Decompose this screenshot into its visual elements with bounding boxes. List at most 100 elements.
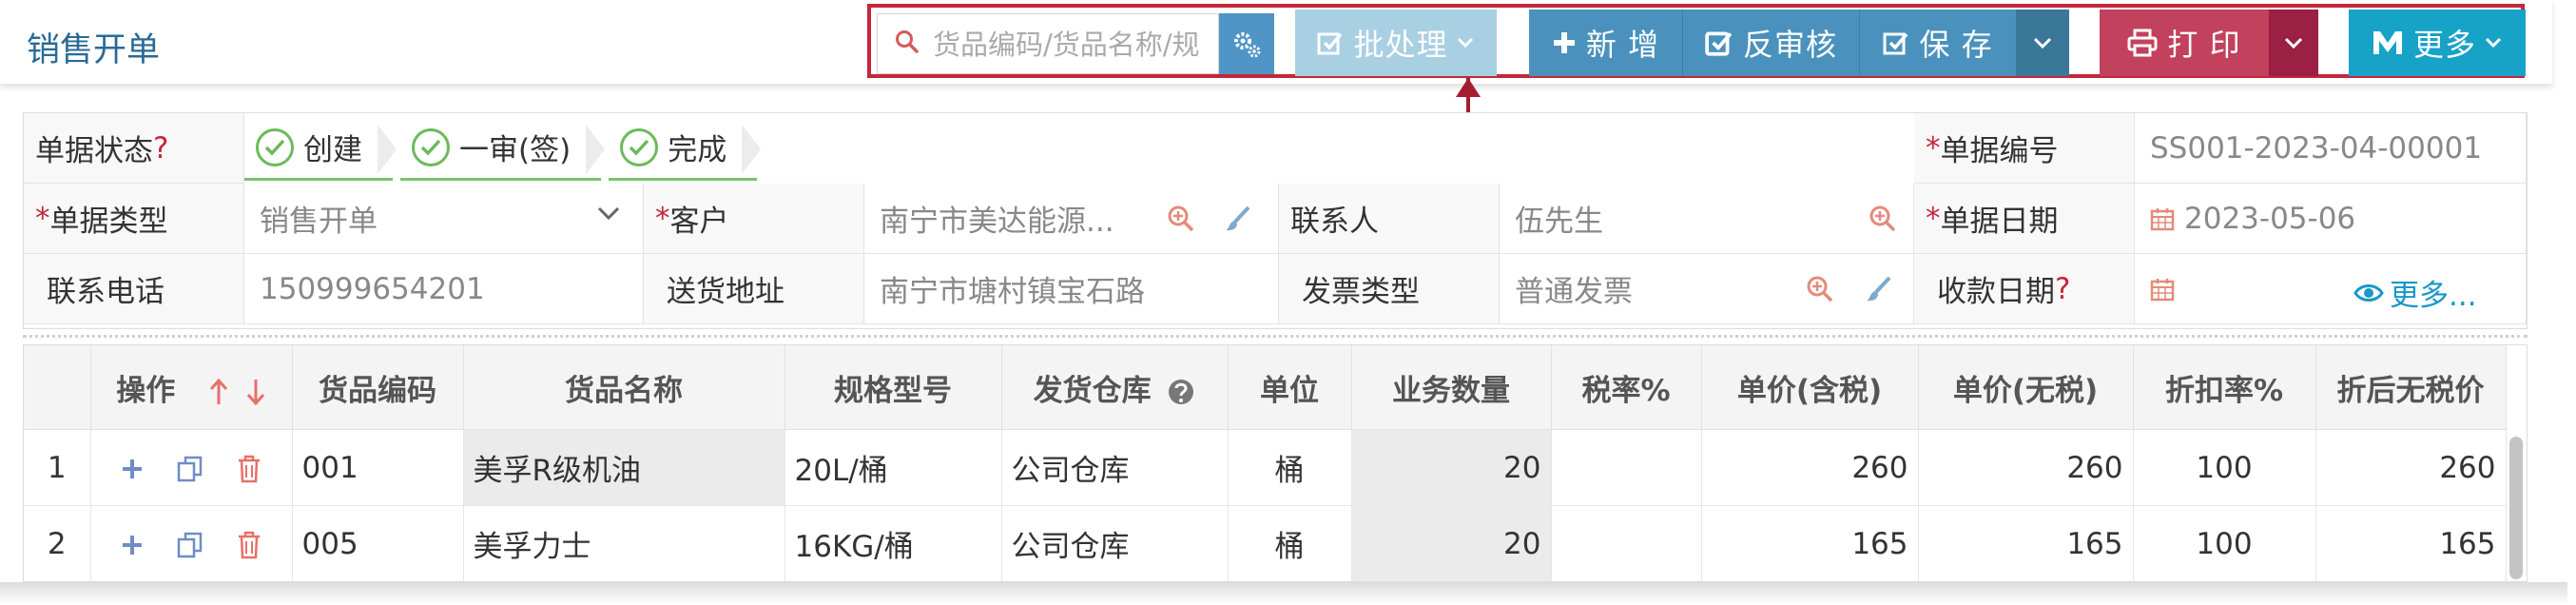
batch-process-button[interactable]: 批处理: [1295, 10, 1497, 76]
stage-label: 创建: [303, 133, 362, 167]
page-title: 销售开单: [27, 31, 161, 69]
copy-icon[interactable]: [176, 455, 204, 483]
search-settings-button[interactable]: [1219, 13, 1274, 74]
m-logo-icon: [2373, 31, 2402, 54]
doc-no-value: SS001-2023-04-00001: [2150, 130, 2483, 166]
chevron-down-icon: [2033, 37, 2052, 49]
more-fields-label: 更多...: [2390, 279, 2477, 313]
pay-date-field[interactable]: 更多...: [2135, 254, 2527, 324]
col-name: 货品名称: [463, 345, 785, 430]
invoice-field[interactable]: 普通发票: [1500, 254, 1914, 324]
stage-first-review: 一审(签): [400, 117, 606, 181]
unaudit-button[interactable]: 反审核: [1683, 10, 1860, 76]
pay-date-help[interactable]: ?: [2055, 272, 2070, 306]
col-index: [24, 345, 91, 430]
row-warehouse[interactable]: 公司仓库: [1001, 505, 1229, 581]
row-price-notax[interactable]: 165: [1918, 505, 2134, 581]
zoom-in-icon[interactable]: [1806, 275, 1834, 303]
bottom-shadow: [0, 582, 2567, 605]
doc-type-select[interactable]: 销售开单: [244, 184, 644, 254]
stage-complete: 完成: [609, 117, 762, 181]
more-button[interactable]: 更多: [2349, 10, 2526, 76]
row-warehouse[interactable]: 公司仓库: [1001, 429, 1229, 506]
trash-icon[interactable]: [237, 531, 261, 559]
status-stages: 创建 一审(签) 完成: [244, 113, 765, 184]
row-after-price[interactable]: 165: [2315, 505, 2507, 581]
row-discount[interactable]: 100: [2133, 429, 2316, 506]
row-qty[interactable]: 20: [1351, 429, 1552, 506]
zoom-in-icon[interactable]: [1869, 205, 1897, 233]
row-code[interactable]: 005: [292, 505, 464, 581]
row-price-notax[interactable]: 260: [1918, 429, 2134, 506]
save-button[interactable]: 保 存: [1860, 10, 2016, 76]
eye-icon: [2353, 283, 2384, 302]
brush-icon[interactable]: [1224, 205, 1252, 233]
status-help[interactable]: ?: [153, 131, 168, 166]
save-dropdown-button[interactable]: [2016, 10, 2069, 76]
save-label: 保 存: [1919, 27, 1993, 63]
table-row[interactable]: 2 005 美孚力士 16KG/桶 公司仓库 桶 20 165 165 100 …: [24, 505, 2507, 581]
row-unit[interactable]: 桶: [1228, 505, 1352, 581]
section-divider: [23, 335, 2528, 338]
doc-date-label-cell: * 单据日期: [1914, 184, 2135, 254]
copy-icon[interactable]: [176, 531, 204, 559]
row-unit[interactable]: 桶: [1228, 429, 1352, 506]
pay-date-label: 收款日期: [1937, 275, 2055, 309]
invoice-value: 普通发票: [1515, 275, 1633, 309]
pay-date-label-cell: 收款日期?: [1914, 254, 2135, 324]
question-circle-icon[interactable]: [1167, 378, 1195, 406]
print-dropdown-button[interactable]: [2269, 10, 2318, 76]
invoice-label: 发票类型: [1302, 275, 1420, 309]
brush-icon[interactable]: [1865, 275, 1893, 303]
doc-date-label: 单据日期: [1940, 205, 2059, 239]
document-form: 单据状态? 创建 一审(签) 完成 * 单据编号 SS001-2023-04-0…: [23, 112, 2528, 329]
phone-label: 联系电话: [47, 275, 165, 309]
row-tax[interactable]: [1551, 429, 1702, 506]
chevron-down-icon: [2485, 37, 2502, 49]
row-name[interactable]: 美孚力士: [463, 505, 785, 581]
contact-field[interactable]: 伍先生: [1500, 184, 1914, 254]
calendar-icon: [2150, 207, 2175, 230]
row-qty[interactable]: 20: [1351, 505, 1552, 581]
row-actions: [90, 505, 293, 581]
table-row[interactable]: 1 001 美孚R级机油 20L/桶 公司仓库 桶 20 260 260 100…: [24, 429, 2507, 506]
row-after-price[interactable]: 260: [2315, 429, 2507, 506]
plus-icon[interactable]: [121, 458, 144, 480]
more-fields-link[interactable]: 更多...: [2353, 271, 2477, 314]
doc-date-field[interactable]: 2023-05-06: [2135, 184, 2527, 254]
plus-icon[interactable]: [121, 534, 144, 556]
sort-down-icon[interactable]: [245, 378, 266, 406]
row-code[interactable]: 001: [292, 429, 464, 506]
printer-icon: [2127, 29, 2158, 57]
doc-no-field[interactable]: SS001-2023-04-00001: [2135, 113, 2527, 184]
row-spec[interactable]: 20L/桶: [784, 429, 1002, 506]
col-discount: 折扣率%: [2133, 345, 2316, 430]
search-box[interactable]: [877, 13, 1219, 74]
col-tax: 税率%: [1551, 345, 1702, 430]
row-tax[interactable]: [1551, 505, 1702, 581]
row-discount[interactable]: 100: [2133, 505, 2316, 581]
address-value: 南宁市塘村镇宝石路: [880, 275, 1145, 309]
col-spec: 规格型号: [784, 345, 1002, 430]
trash-icon[interactable]: [237, 455, 261, 483]
address-field[interactable]: 南宁市塘村镇宝石路: [864, 254, 1279, 324]
print-button[interactable]: 打 印: [2100, 10, 2269, 76]
row-spec[interactable]: 16KG/桶: [784, 505, 1002, 581]
new-button[interactable]: 新 增: [1529, 10, 1683, 76]
row-name[interactable]: 美孚R级机油: [463, 429, 785, 506]
row-price-tax[interactable]: 165: [1701, 505, 1919, 581]
plus-icon: [1553, 32, 1575, 53]
vertical-scrollbar[interactable]: [2509, 437, 2523, 579]
contact-label-cell: 联系人: [1279, 184, 1500, 254]
sort-up-icon[interactable]: [208, 378, 229, 406]
col-price-tax: 单价(含税): [1701, 345, 1919, 430]
row-price-tax[interactable]: 260: [1701, 429, 1919, 506]
customer-field[interactable]: 南宁市美达能源...: [864, 184, 1279, 254]
doc-type-value: 销售开单: [260, 205, 378, 239]
phone-field[interactable]: 150999654201: [244, 254, 644, 324]
zoom-in-icon[interactable]: [1167, 205, 1195, 233]
search-input[interactable]: [931, 24, 1211, 66]
stage-label: 完成: [668, 133, 727, 167]
callout-arrow-head: [1456, 78, 1481, 97]
items-table: 操作 货品编码 货品名称 规格型号 发货仓库 单位 业务数量 税率% 单价(含税…: [24, 345, 2507, 581]
